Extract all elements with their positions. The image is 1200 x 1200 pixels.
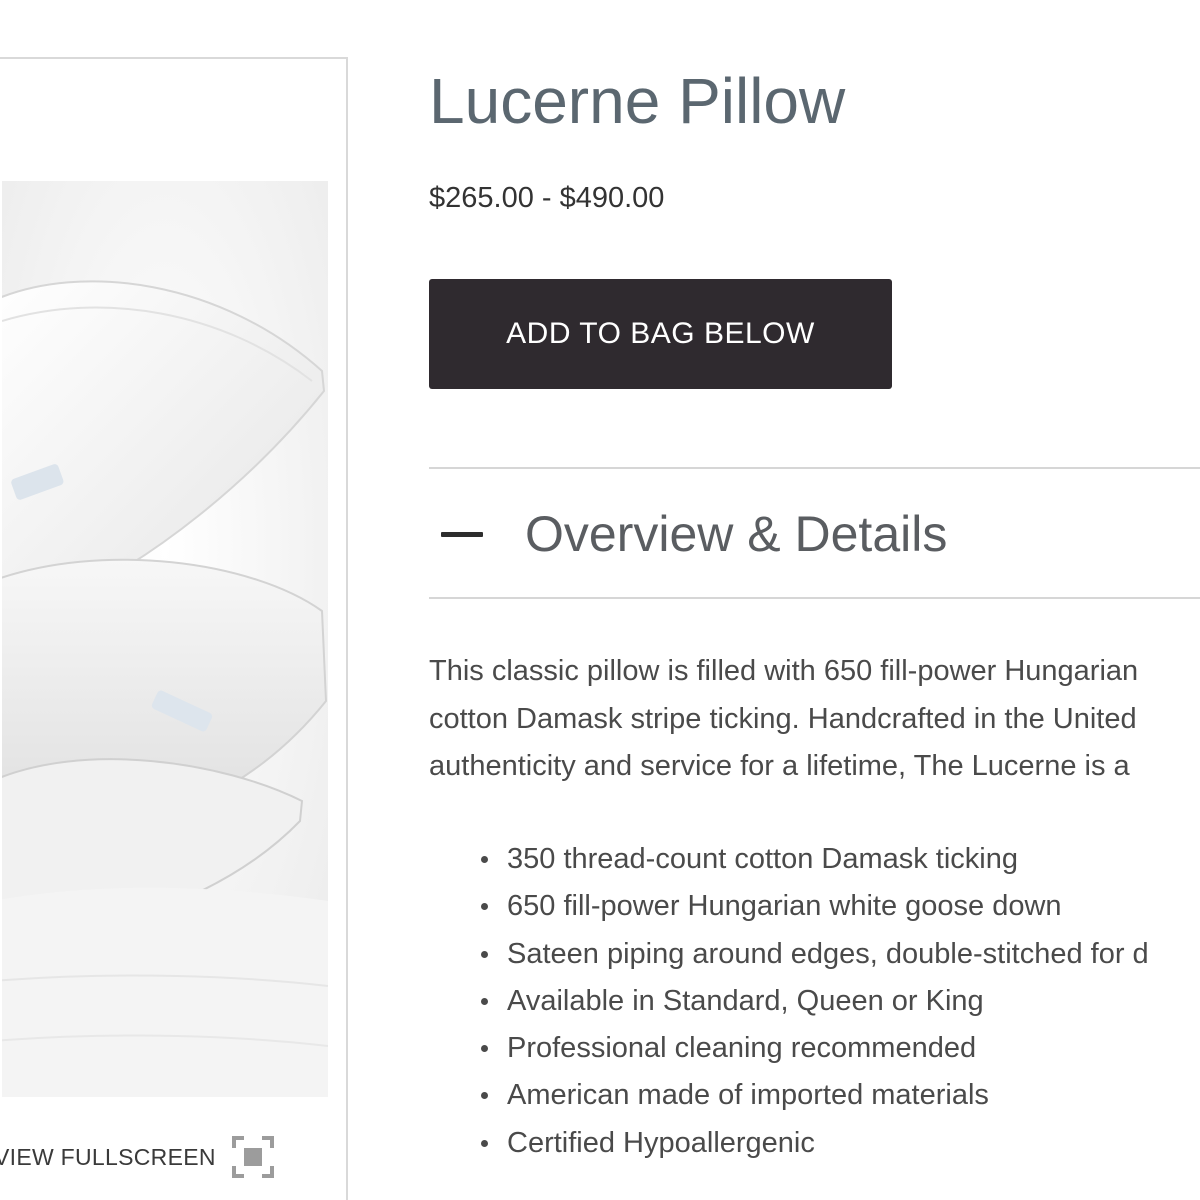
fullscreen-icon	[231, 1136, 274, 1178]
product-title: Lucerne Pillow	[429, 65, 846, 137]
description-line: This classic pillow is filled with 650 f…	[429, 655, 1139, 687]
add-to-bag-button[interactable]: ADD TO BAG BELOW	[429, 279, 892, 389]
overview-details-title: Overview & Details	[525, 506, 948, 562]
description-line: cotton Damask stripe ticking. Handcrafte…	[429, 702, 1137, 735]
product-description: This classic pillow is filled with 650 f…	[429, 648, 1200, 791]
description-line: authenticity and service for a lifetime,…	[429, 750, 1130, 782]
product-page: VIEW FULLSCREEN Lucerne Pillow $265.00 -…	[0, 0, 1200, 1200]
feature-item: American made of imported materials	[481, 1072, 1149, 1119]
product-image[interactable]	[2, 181, 328, 1097]
view-fullscreen-button[interactable]: VIEW FULLSCREEN	[0, 1135, 274, 1179]
pillow-photo	[2, 181, 328, 1097]
feature-item: Available in Standard, Queen or King	[481, 978, 1149, 1025]
feature-item: Professional cleaning recommended	[481, 1025, 1149, 1072]
overview-details-toggle[interactable]: Overview & Details	[429, 469, 1200, 597]
view-fullscreen-label: VIEW FULLSCREEN	[0, 1143, 216, 1170]
feature-item: 350 thread-count cotton Damask ticking	[481, 836, 1149, 883]
feature-list: 350 thread-count cotton Damask ticking 6…	[429, 836, 1149, 1167]
divider	[429, 597, 1200, 599]
image-gallery: VIEW FULLSCREEN	[0, 57, 348, 1200]
feature-item: Certified Hypoallergenic	[481, 1120, 1149, 1167]
product-price: $265.00 - $490.00	[429, 182, 665, 214]
feature-item: Sateen piping around edges, double-stitc…	[481, 931, 1149, 978]
feature-item: 650 fill-power Hungarian white goose dow…	[481, 883, 1149, 930]
minus-icon	[441, 532, 483, 537]
